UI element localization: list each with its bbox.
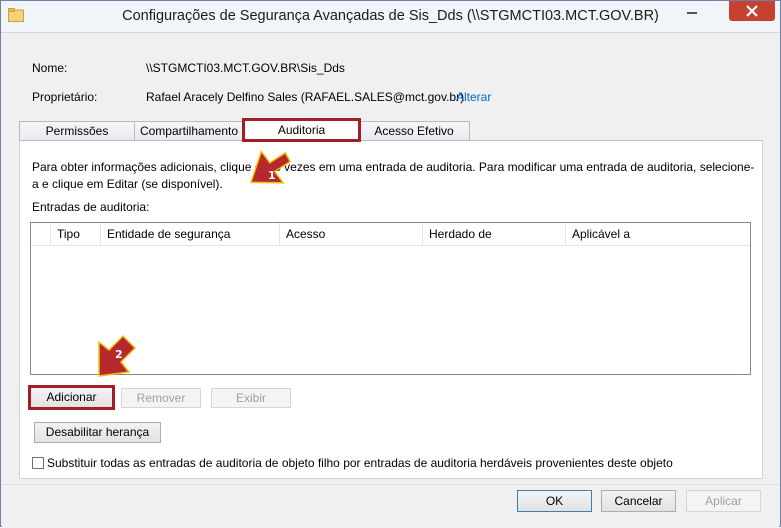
minimize-button[interactable] [680,1,705,21]
audit-description: Para obter informações adicionais, cliqu… [32,160,755,191]
callout-label-1: 1 [268,169,276,182]
replace-child-entries-checkbox[interactable] [32,457,44,469]
remove-button[interactable]: Remover [121,388,201,408]
close-button[interactable] [729,1,775,21]
owner-label: Proprietário: [32,90,98,104]
callout-label-2: 2 [115,348,123,361]
name-value: \\STGMCTI03.MCT.GOV.BR\Sis_Dds [146,61,345,75]
audit-entries-label: Entradas de auditoria: [32,200,150,214]
owner-value: Rafael Aracely Delfino Sales (RAFAEL.SAL… [146,90,465,104]
view-button[interactable]: Exibir [211,388,291,408]
column-header-access[interactable]: Acesso [280,223,423,245]
column-header-principal[interactable]: Entidade de segurança [101,223,280,245]
title-bar[interactable]: Configurações de Segurança Avançadas de … [1,1,780,33]
tab-permissions[interactable]: Permissões [19,121,135,140]
callout-arrow-2: 2 [98,334,137,377]
change-owner-link[interactable]: Alterar [456,90,491,104]
apply-button[interactable]: Aplicar [686,490,761,512]
callout-arrow-1: 1 [249,149,292,184]
column-header-spacer [31,223,51,245]
tab-sharing[interactable]: Compartilhamento [134,121,244,140]
replace-child-entries-label: Substituir todas as entradas de auditori… [47,456,673,470]
dialog-window: Configurações de Segurança Avançadas de … [0,0,781,528]
column-header-inherited-from[interactable]: Herdado de [423,223,566,245]
close-icon [746,5,758,17]
minimize-icon [687,12,697,14]
disable-inheritance-button[interactable]: Desabilitar herança [34,422,161,443]
tab-effective-access[interactable]: Acesso Efetivo [358,121,470,140]
add-button[interactable]: Adicionar [28,385,115,410]
window-title: Configurações de Segurança Avançadas de … [122,8,659,24]
name-label: Nome: [32,61,68,75]
column-header-type[interactable]: Tipo [51,223,101,245]
tab-divider [19,140,763,141]
column-header-applies-to[interactable]: Aplicável a [566,223,750,245]
ok-button[interactable]: OK [517,490,592,512]
cancel-button[interactable]: Cancelar [601,490,676,512]
tab-auditing[interactable]: Auditoria [242,118,361,142]
